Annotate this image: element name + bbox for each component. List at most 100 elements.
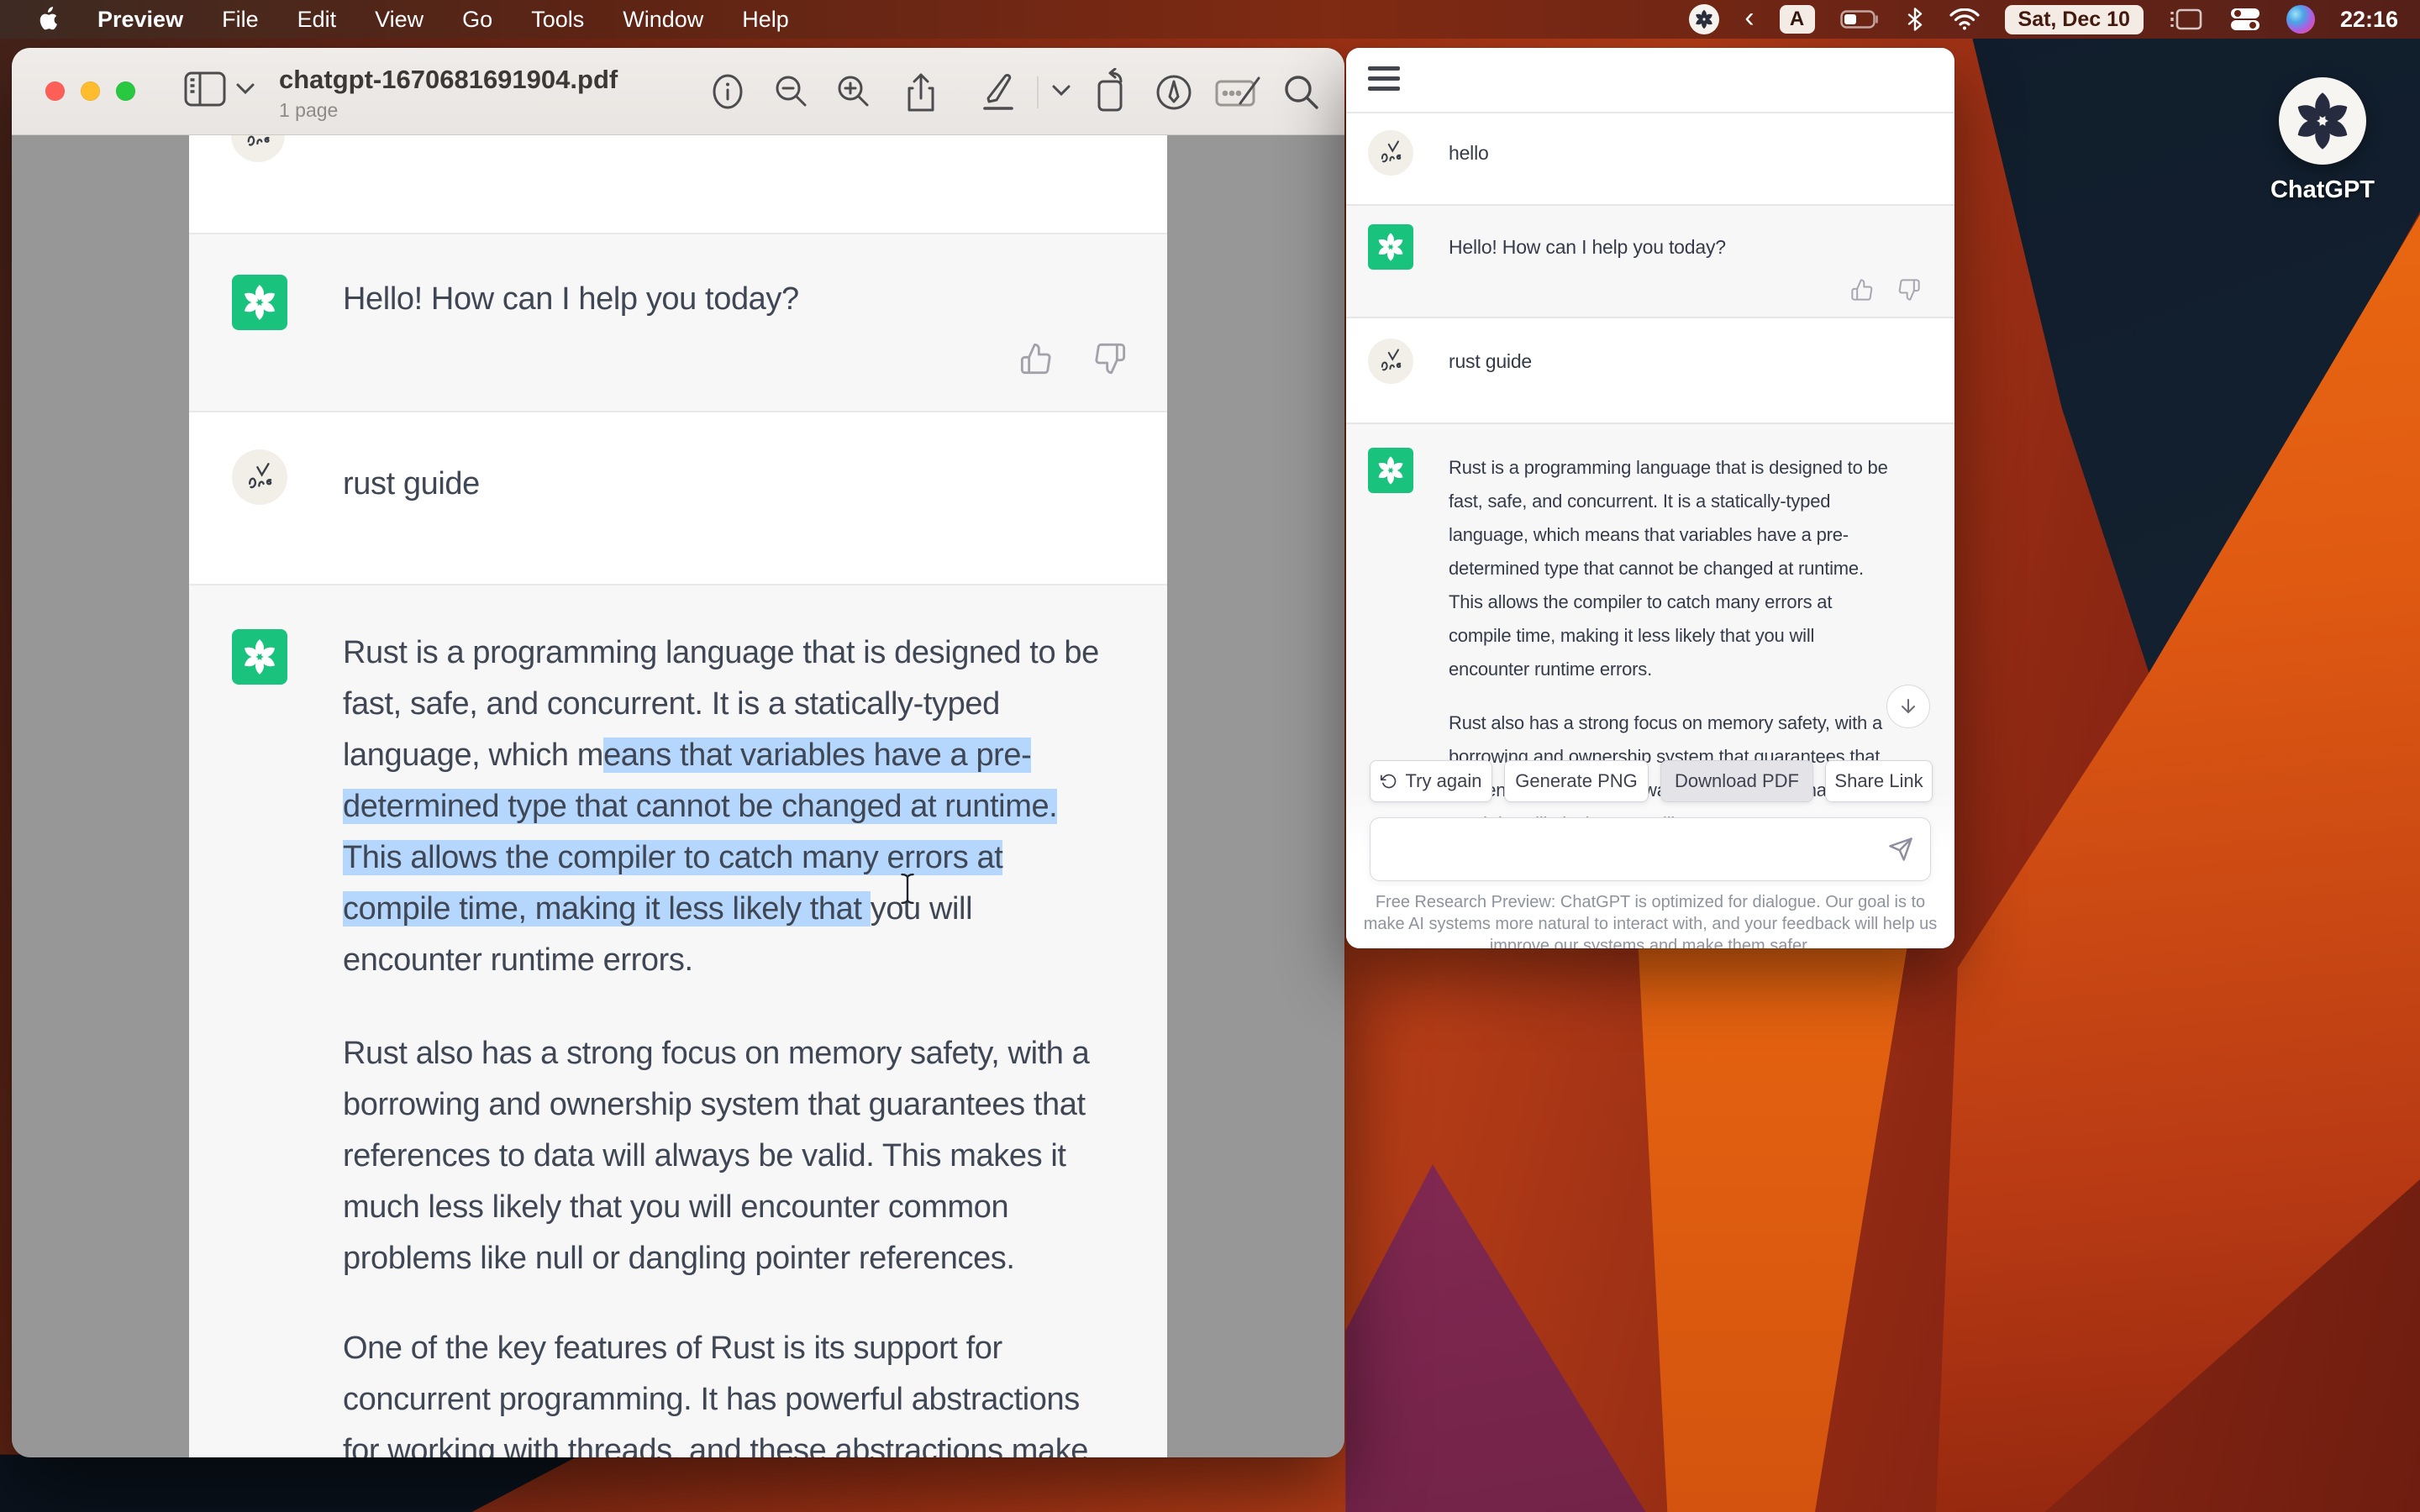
bluetooth-icon[interactable] [1906,8,1924,31]
thumbs-up-icon[interactable] [1850,278,1874,302]
text-cursor [897,869,918,908]
paragraph-line: Rust is a programming language that is d… [343,635,1099,670]
menu-item-edit[interactable]: Edit [281,0,354,39]
minimize-button[interactable] [81,81,100,101]
chatgpt-avatar [1368,224,1413,270]
document-title: chatgpt-1670681691904.pdf [279,65,618,95]
chevron-down-icon[interactable] [1052,85,1071,97]
apple-logo-icon [37,7,59,32]
assistant-rust-text: Rust is a programming language that is d… [343,627,1166,1457]
menu-item-file[interactable]: File [205,0,276,39]
chat-message-assistant-greeting: Hello! How can I help you today? [1346,204,1954,318]
user-avatar [231,135,285,162]
info-icon[interactable] [709,73,746,110]
menu-bar: Preview File Edit View Go Tools Window H… [0,0,2420,39]
user-message-text: rust guide [343,466,480,502]
menu-item-view[interactable]: View [358,0,440,39]
hamburger-menu-icon[interactable] [1368,66,1402,97]
zoom-button[interactable] [116,81,135,101]
desktop-icon-label: ChatGPT [2238,176,2407,204]
page-count: 1 page [279,99,618,122]
selected-text: determined type that cannot be changed a… [343,789,1057,824]
highlighter-icon[interactable] [976,70,1020,113]
assistant-message-text: Hello! How can I help you today? [1449,236,1726,259]
battery-icon[interactable] [1840,9,1881,29]
menu-item-go[interactable]: Go [445,0,509,39]
window-controls [45,81,135,101]
chat-input-box[interactable] [1370,817,1931,881]
selected-text: eans that variables have a pre- [603,738,1031,773]
send-icon[interactable] [1888,837,1913,862]
user-avatar [232,449,287,505]
chat-message-user-prompt: rust guide [1346,318,1954,423]
pdf-message-assistant-greeting: Hello! How can I help you today? [189,234,1167,412]
chatgpt-avatar [232,275,287,330]
assistant-message-text: Hello! How can I help you today? [343,281,799,318]
paragraph-line: language, which m [343,738,603,773]
fill-sign-icon[interactable] [1215,73,1264,110]
paragraph-concurrency: One of the key features of Rust is its s… [343,1323,1166,1457]
preview-window: chatgpt-1670681691904.pdf 1 page [12,48,1344,1457]
siri-icon[interactable] [2286,5,2315,34]
thumbs-down-icon[interactable] [1897,278,1921,302]
menu-bar-left: Preview File Edit View Go Tools Window H… [0,0,806,39]
try-again-button[interactable]: Try again [1370,760,1492,802]
selected-text: compile time, making it less likely that [343,891,871,927]
desktop-icon-chatgpt[interactable]: ChatGPT [2238,77,2407,204]
menu-item-window[interactable]: Window [606,0,720,39]
generate-png-button[interactable]: Generate PNG [1504,760,1649,802]
paragraph-memory-safety: Rust also has a strong focus on memory s… [343,1028,1166,1284]
preview-content-area[interactable]: Hello! How can I help you today? rust gu… [12,135,1344,1457]
chatgpt-avatar [232,629,287,685]
preview-titlebar[interactable]: chatgpt-1670681691904.pdf 1 page [12,48,1344,135]
chatgpt-export-window: hello Hello! How can I help you today? r… [1346,48,1954,948]
sidebar-toggle[interactable] [184,71,255,107]
thumbs-up-icon[interactable] [1019,342,1053,375]
document-title-block: chatgpt-1670681691904.pdf 1 page [279,65,618,122]
action-buttons-bar: Try again Generate PNG Download PDF Shar… [1346,760,1954,802]
chat-topbar [1346,48,1954,113]
chatgpt-app-icon [2279,77,2366,165]
menu-item-app-name[interactable]: Preview [81,0,200,39]
pdf-page[interactable]: Hello! How can I help you today? rust gu… [189,135,1167,1457]
paragraph-line: you will [871,891,972,927]
paragraph-line: encounter runtime errors. [343,942,693,978]
pdf-message-assistant-rust: Rust is a programming language that is d… [189,585,1167,1457]
toolbar-divider [1037,76,1039,108]
scroll-down-button[interactable] [1886,685,1930,728]
refresh-icon [1381,773,1397,790]
chevron-down-icon [236,83,255,95]
download-pdf-button[interactable]: Download PDF [1660,760,1813,802]
close-button[interactable] [45,81,65,101]
sidebar-icon [184,71,226,107]
input-source-indicator[interactable]: A [1780,5,1815,34]
menu-item-tools[interactable]: Tools [514,0,601,39]
rotate-icon[interactable] [1092,68,1133,113]
search-icon[interactable] [1282,73,1321,112]
wifi-icon[interactable] [1949,8,1980,30]
chevron-left-icon[interactable]: ‹ [1744,3,1754,32]
apple-menu[interactable] [20,0,76,39]
menu-bar-status: ‹ A Sat, Dec 10 22:16 [1689,4,2420,34]
user-avatar [1368,130,1413,176]
share-icon[interactable] [902,73,939,113]
menu-item-help[interactable]: Help [725,0,806,39]
control-center-icon[interactable] [2229,8,2261,31]
markup-pen-icon[interactable] [1155,73,1193,112]
chatgpt-menubar-icon[interactable] [1689,4,1719,34]
user-message-text: rust guide [1449,350,1532,373]
pdf-message-user-partial [189,135,1167,234]
chat-message-user-hello: hello [1346,113,1954,204]
share-link-button[interactable]: Share Link [1825,760,1933,802]
paragraph-rust-intro: Rust is a programming language that is d… [1449,451,1941,686]
thumbs-down-icon[interactable] [1093,342,1127,375]
date-indicator[interactable]: Sat, Dec 10 [2005,5,2144,34]
zoom-out-icon[interactable] [773,73,810,110]
zoom-in-icon[interactable] [835,73,872,110]
footer-disclaimer: Free Research Preview: ChatGPT is optimi… [1346,891,1954,948]
user-message-text: hello [1449,142,1489,165]
chat-input[interactable] [1386,828,1873,870]
screen-mirroring-icon[interactable] [2169,7,2204,32]
user-avatar [1368,339,1413,384]
pdf-message-user-prompt: rust guide [189,412,1167,585]
